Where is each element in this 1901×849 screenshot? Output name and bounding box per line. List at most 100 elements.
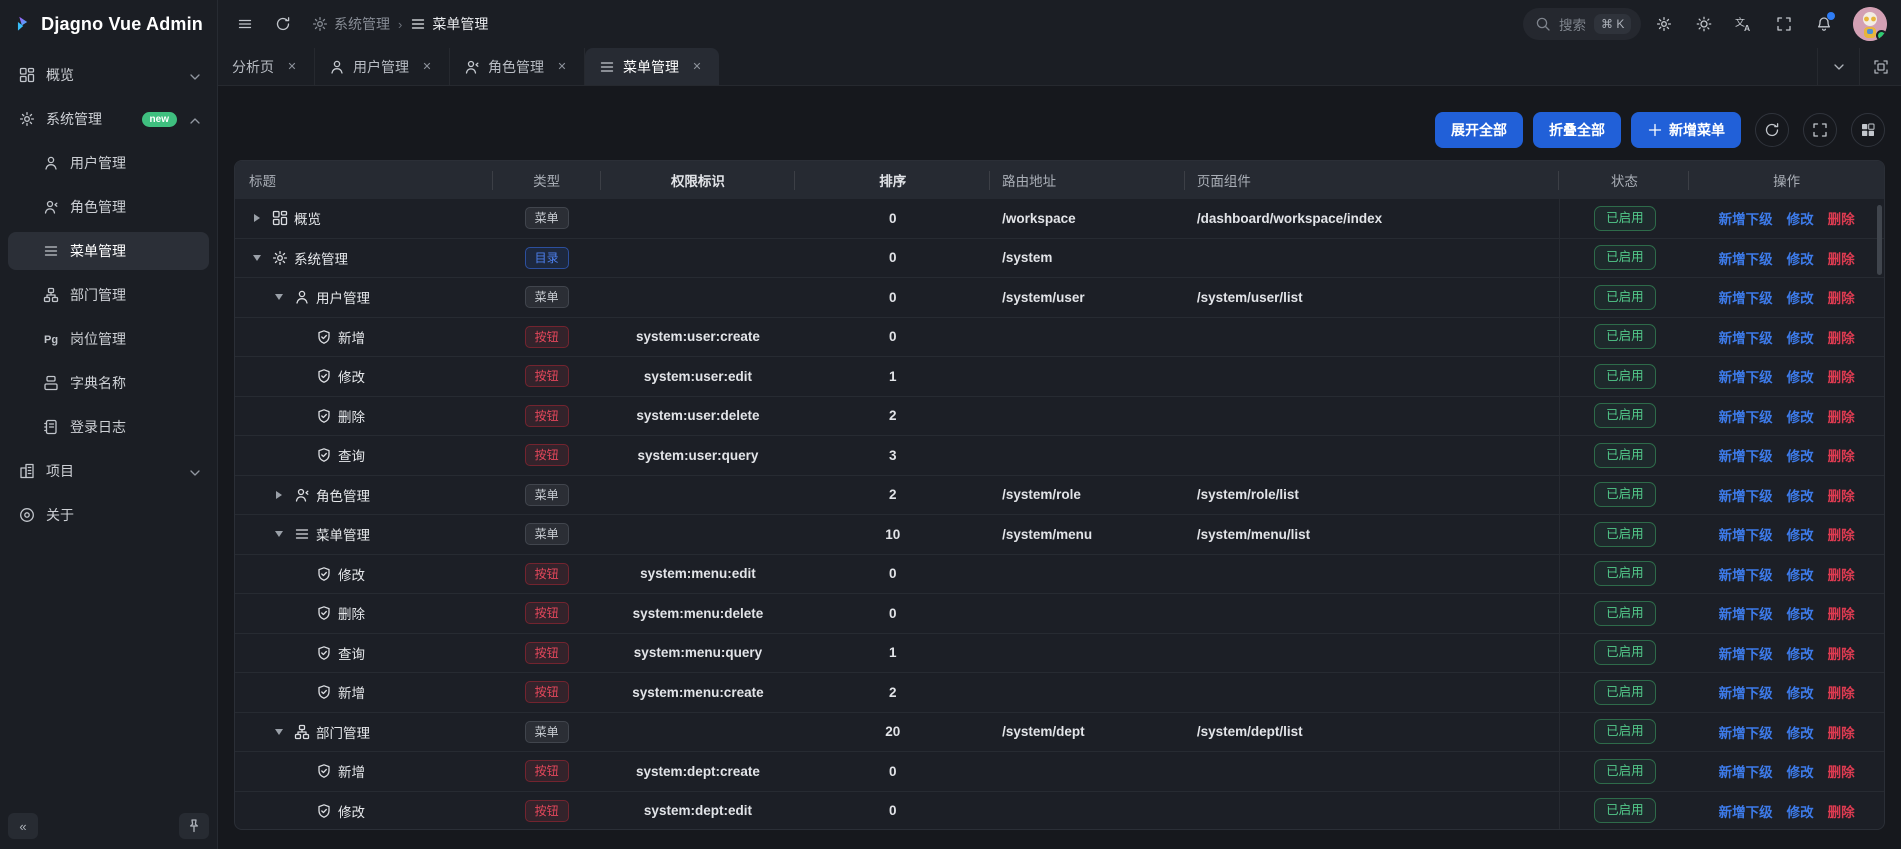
- tab-角色管理[interactable]: 角色管理✕: [450, 48, 585, 85]
- refresh-button[interactable]: [266, 7, 300, 41]
- add-child-link[interactable]: 新增下级: [1719, 366, 1773, 386]
- edit-link[interactable]: 修改: [1787, 445, 1814, 465]
- edit-link[interactable]: 修改: [1787, 682, 1814, 702]
- edit-link[interactable]: 修改: [1787, 761, 1814, 781]
- tab-maximize-button[interactable]: [1859, 48, 1901, 85]
- tab-分析页[interactable]: 分析页✕: [218, 48, 315, 85]
- edit-link[interactable]: 修改: [1787, 208, 1814, 228]
- sidebar-item-概览[interactable]: 概览: [8, 56, 209, 94]
- collapse-all-button[interactable]: 折叠全部: [1533, 112, 1621, 148]
- tree-toggle-arrow[interactable]: [249, 210, 265, 226]
- delete-link[interactable]: 删除: [1828, 406, 1855, 426]
- edit-link[interactable]: 修改: [1787, 248, 1814, 268]
- tab-close-icon[interactable]: ✕: [284, 59, 300, 75]
- delete-link[interactable]: 删除: [1828, 445, 1855, 465]
- delete-link[interactable]: 删除: [1828, 722, 1855, 742]
- fullscreen-button[interactable]: [1767, 7, 1801, 41]
- table-scrollbar-thumb[interactable]: [1877, 205, 1882, 275]
- add-child-link[interactable]: 新增下级: [1719, 327, 1773, 347]
- sidebar-item-关于[interactable]: 关于: [8, 496, 209, 534]
- tree-toggle-arrow[interactable]: [271, 526, 287, 542]
- edit-link[interactable]: 修改: [1787, 643, 1814, 663]
- tab-close-icon[interactable]: ✕: [689, 59, 705, 75]
- edit-link[interactable]: 修改: [1787, 564, 1814, 584]
- sidebar-item-菜单管理[interactable]: 菜单管理: [8, 232, 209, 270]
- delete-link[interactable]: 删除: [1828, 603, 1855, 623]
- edit-link[interactable]: 修改: [1787, 327, 1814, 347]
- delete-link[interactable]: 删除: [1828, 524, 1855, 544]
- delete-link[interactable]: 删除: [1828, 564, 1855, 584]
- edit-link[interactable]: 修改: [1787, 722, 1814, 742]
- delete-link[interactable]: 删除: [1828, 208, 1855, 228]
- expand-all-button[interactable]: 展开全部: [1435, 112, 1523, 148]
- shield-icon: [315, 644, 332, 661]
- add-child-link[interactable]: 新增下级: [1719, 722, 1773, 742]
- tree-toggle-arrow[interactable]: [271, 289, 287, 305]
- edit-link[interactable]: 修改: [1787, 801, 1814, 821]
- tab-close-icon[interactable]: ✕: [554, 59, 570, 75]
- menu-toggle-button[interactable]: [228, 7, 262, 41]
- delete-link[interactable]: 删除: [1828, 761, 1855, 781]
- menu-title: 系统管理: [294, 248, 348, 268]
- tree-toggle-arrow[interactable]: [271, 487, 287, 503]
- add-child-link[interactable]: 新增下级: [1719, 445, 1773, 465]
- tab-close-icon[interactable]: ✕: [419, 59, 435, 75]
- delete-link[interactable]: 删除: [1828, 485, 1855, 505]
- add-menu-button[interactable]: 新增菜单: [1631, 112, 1741, 148]
- sidebar-item-岗位管理[interactable]: Pg岗位管理: [8, 320, 209, 358]
- add-child-link[interactable]: 新增下级: [1719, 564, 1773, 584]
- add-child-link[interactable]: 新增下级: [1719, 287, 1773, 307]
- edit-link[interactable]: 修改: [1787, 524, 1814, 544]
- sidebar-item-部门管理[interactable]: 部门管理: [8, 276, 209, 314]
- add-child-link[interactable]: 新增下级: [1719, 682, 1773, 702]
- sidebar-collapse-button[interactable]: «: [8, 813, 38, 839]
- add-child-link[interactable]: 新增下级: [1719, 524, 1773, 544]
- table-columns-button[interactable]: [1851, 113, 1885, 147]
- delete-link[interactable]: 删除: [1828, 801, 1855, 821]
- table-refresh-button[interactable]: [1755, 113, 1789, 147]
- sidebar-item-系统管理[interactable]: 系统管理new: [8, 100, 209, 138]
- user-avatar[interactable]: [1853, 7, 1887, 41]
- sidebar-item-字典名称[interactable]: 字典名称: [8, 364, 209, 402]
- sidebar-item-项目[interactable]: 项目: [8, 452, 209, 490]
- breadcrumb-current[interactable]: 菜单管理: [410, 14, 488, 34]
- delete-link[interactable]: 删除: [1828, 643, 1855, 663]
- edit-link[interactable]: 修改: [1787, 485, 1814, 505]
- settings-button[interactable]: [1647, 7, 1681, 41]
- table-fullscreen-button[interactable]: [1803, 113, 1837, 147]
- logo[interactable]: Djagno Vue Admin: [0, 0, 217, 48]
- tree-toggle-arrow[interactable]: [249, 250, 265, 266]
- add-child-link[interactable]: 新增下级: [1719, 761, 1773, 781]
- tab-用户管理[interactable]: 用户管理✕: [315, 48, 450, 85]
- delete-link[interactable]: 删除: [1828, 287, 1855, 307]
- tab-菜单管理[interactable]: 菜单管理✕: [585, 48, 719, 85]
- permission-code: [601, 713, 796, 752]
- sidebar-item-角色管理[interactable]: 角色管理: [8, 188, 209, 226]
- sidebar-item-用户管理[interactable]: 用户管理: [8, 144, 209, 182]
- delete-link[interactable]: 删除: [1828, 366, 1855, 386]
- delete-link[interactable]: 删除: [1828, 327, 1855, 347]
- breadcrumb-parent[interactable]: 系统管理: [312, 14, 390, 34]
- tree-toggle-arrow[interactable]: [271, 724, 287, 740]
- tab-list-dropdown-button[interactable]: [1817, 48, 1859, 85]
- notifications-button[interactable]: [1807, 7, 1841, 41]
- add-child-link[interactable]: 新增下级: [1719, 801, 1773, 821]
- edit-link[interactable]: 修改: [1787, 287, 1814, 307]
- sidebar-pin-button[interactable]: [179, 813, 209, 839]
- add-child-link[interactable]: 新增下级: [1719, 406, 1773, 426]
- edit-link[interactable]: 修改: [1787, 603, 1814, 623]
- add-child-link[interactable]: 新增下级: [1719, 603, 1773, 623]
- component-path: /system/menu/list: [1185, 515, 1560, 554]
- edit-link[interactable]: 修改: [1787, 406, 1814, 426]
- search-input[interactable]: 搜索 ⌘ K: [1523, 8, 1641, 40]
- add-child-link[interactable]: 新增下级: [1719, 643, 1773, 663]
- delete-link[interactable]: 删除: [1828, 248, 1855, 268]
- edit-link[interactable]: 修改: [1787, 366, 1814, 386]
- sidebar-item-登录日志[interactable]: 登录日志: [8, 408, 209, 446]
- add-child-link[interactable]: 新增下级: [1719, 485, 1773, 505]
- language-button[interactable]: 文A: [1727, 7, 1761, 41]
- delete-link[interactable]: 删除: [1828, 682, 1855, 702]
- add-child-link[interactable]: 新增下级: [1719, 248, 1773, 268]
- theme-toggle-button[interactable]: [1687, 7, 1721, 41]
- add-child-link[interactable]: 新增下级: [1719, 208, 1773, 228]
